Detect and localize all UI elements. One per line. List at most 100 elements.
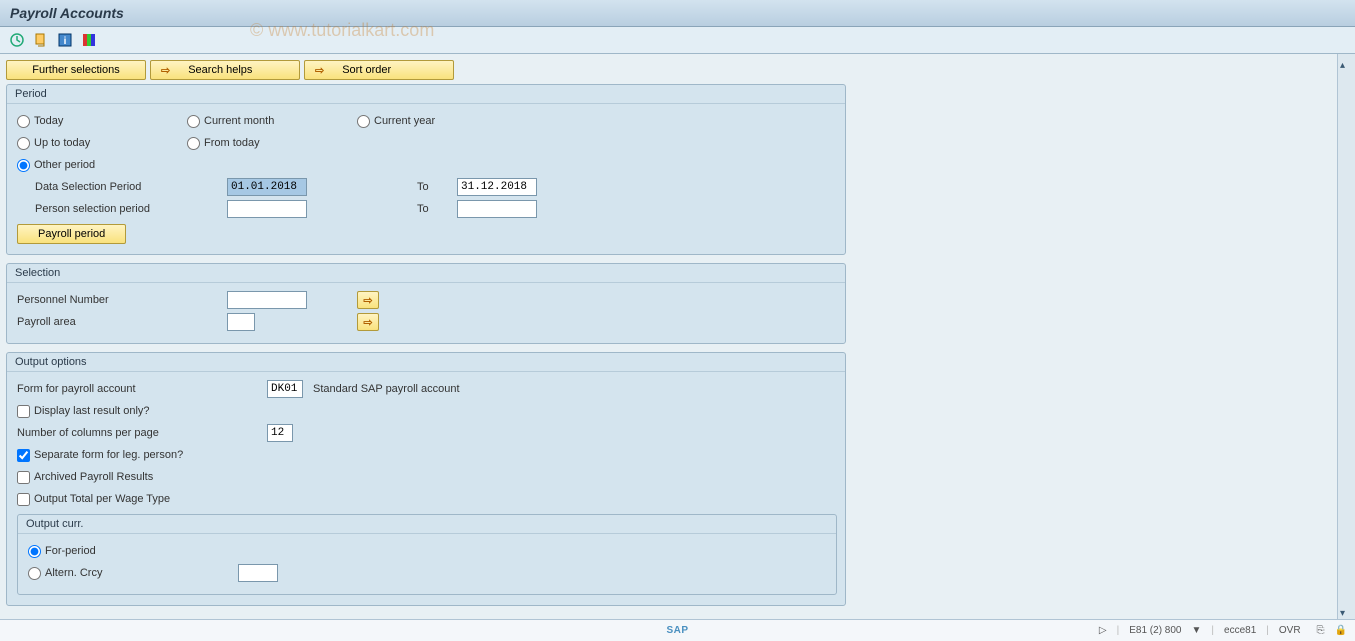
- data-selection-period-label: Data Selection Period: [17, 181, 227, 193]
- status-link-icon[interactable]: ⎘: [1317, 625, 1325, 636]
- status-triangle-icon[interactable]: ▷: [1099, 625, 1107, 636]
- radio-altern-crcy-input[interactable]: [28, 567, 41, 580]
- personnel-number-label: Personnel Number: [17, 294, 227, 306]
- person-selection-to-input[interactable]: [457, 200, 537, 218]
- further-selections-button[interactable]: Further selections: [6, 60, 146, 80]
- archived-checkbox[interactable]: [17, 471, 30, 484]
- arrow-right-icon: ⇨: [363, 316, 372, 329]
- radio-today-input[interactable]: [17, 115, 30, 128]
- display-last-label: Display last result only?: [34, 405, 150, 417]
- status-lock-icon[interactable]: 🔒: [1335, 625, 1347, 636]
- status-sep: |: [1117, 625, 1120, 636]
- to-label-2: To: [417, 203, 457, 215]
- radio-up-to-today[interactable]: Up to today: [17, 137, 187, 150]
- info-icon[interactable]: i: [56, 31, 74, 49]
- personnel-number-multiple-button[interactable]: ⇨: [357, 291, 379, 309]
- radio-up-to-today-input[interactable]: [17, 137, 30, 150]
- scroll-down-icon[interactable]: ▾: [1340, 608, 1345, 619]
- scroll-up-icon[interactable]: ▴: [1340, 60, 1345, 71]
- radio-current-year-input[interactable]: [357, 115, 370, 128]
- form-payroll-label: Form for payroll account: [17, 383, 267, 395]
- radio-today-label: Today: [34, 115, 63, 127]
- radio-current-month-input[interactable]: [187, 115, 200, 128]
- personnel-number-input[interactable]: [227, 291, 307, 309]
- radio-from-today-label: From today: [204, 137, 260, 149]
- content-wrap: Further selections ⇨ Search helps ⇨ Sort…: [0, 54, 1355, 625]
- radio-current-month-label: Current month: [204, 115, 274, 127]
- to-label-1: To: [417, 181, 457, 193]
- separate-form-checkbox[interactable]: [17, 449, 30, 462]
- vertical-scrollbar[interactable]: ▴ ▾: [1337, 54, 1355, 625]
- status-system: E81 (2) 800: [1129, 625, 1181, 636]
- status-bar: SAP ▷ | E81 (2) 800 ▼ | ecce81 | OVR ⎘ 🔒: [0, 619, 1355, 641]
- separate-form-label: Separate form for leg. person?: [34, 449, 183, 461]
- separate-form-checkbox-row[interactable]: Separate form for leg. person?: [17, 444, 835, 466]
- status-sep: |: [1266, 625, 1269, 636]
- period-legend: Period: [7, 85, 845, 104]
- output-options-legend: Output options: [7, 353, 845, 372]
- payroll-period-label: Payroll period: [38, 228, 105, 240]
- output-total-label: Output Total per Wage Type: [34, 493, 170, 505]
- altern-crcy-input[interactable]: [238, 564, 278, 582]
- arrow-right-icon: ⇨: [363, 294, 372, 307]
- radio-current-month[interactable]: Current month: [187, 115, 357, 128]
- radio-for-period-label: For-period: [45, 545, 96, 557]
- status-dropdown-icon[interactable]: ▼: [1192, 625, 1202, 636]
- person-selection-from-input[interactable]: [227, 200, 307, 218]
- output-total-checkbox[interactable]: [17, 493, 30, 506]
- archived-label: Archived Payroll Results: [34, 471, 153, 483]
- output-total-checkbox-row[interactable]: Output Total per Wage Type: [17, 488, 835, 510]
- status-server: ecce81: [1224, 625, 1256, 636]
- radio-other-period-label: Other period: [34, 159, 95, 171]
- arrow-right-icon: ⇨: [161, 64, 170, 77]
- radio-altern-crcy-label: Altern. Crcy: [45, 567, 102, 579]
- num-cols-input[interactable]: [267, 424, 293, 442]
- further-selections-label: Further selections: [32, 64, 119, 76]
- display-last-checkbox-row[interactable]: Display last result only?: [17, 400, 835, 422]
- display-last-checkbox[interactable]: [17, 405, 30, 418]
- radio-other-period-input[interactable]: [17, 159, 30, 172]
- radio-other-period[interactable]: Other period: [17, 159, 187, 172]
- archived-checkbox-row[interactable]: Archived Payroll Results: [17, 466, 835, 488]
- radio-current-year[interactable]: Current year: [357, 115, 527, 128]
- form-payroll-desc: Standard SAP payroll account: [313, 383, 460, 395]
- status-sep: |: [1211, 625, 1214, 636]
- output-options-fieldset: Output options Form for payroll account …: [6, 352, 846, 606]
- arrow-right-icon: ⇨: [315, 64, 324, 77]
- payroll-area-input[interactable]: [227, 313, 255, 331]
- selection-legend: Selection: [7, 264, 845, 283]
- radio-for-period-input[interactable]: [28, 545, 41, 558]
- execute-icon[interactable]: [8, 31, 26, 49]
- output-curr-legend: Output curr.: [18, 515, 836, 534]
- num-cols-label: Number of columns per page: [17, 427, 267, 439]
- period-fieldset: Period Today Current month Current year: [6, 84, 846, 255]
- selection-fieldset: Selection Personnel Number ⇨ Payroll are…: [6, 263, 846, 344]
- radio-current-year-label: Current year: [374, 115, 435, 127]
- payroll-area-multiple-button[interactable]: ⇨: [357, 313, 379, 331]
- selection-buttons-row: Further selections ⇨ Search helps ⇨ Sort…: [6, 60, 1331, 80]
- search-helps-label: Search helps: [188, 64, 252, 76]
- form-payroll-input[interactable]: [267, 380, 303, 398]
- data-selection-to-input[interactable]: [457, 178, 537, 196]
- get-variant-icon[interactable]: [32, 31, 50, 49]
- main-panel: Further selections ⇨ Search helps ⇨ Sort…: [0, 54, 1337, 625]
- output-curr-fieldset: Output curr. For-period Altern. Crcy: [17, 514, 837, 595]
- page-title: Payroll Accounts: [0, 0, 1355, 27]
- status-mode: OVR: [1279, 625, 1301, 636]
- color-legend-icon[interactable]: [80, 31, 98, 49]
- radio-up-to-today-label: Up to today: [34, 137, 90, 149]
- search-helps-button[interactable]: ⇨ Search helps: [150, 60, 300, 80]
- data-selection-from-input[interactable]: [227, 178, 307, 196]
- sort-order-label: Sort order: [342, 64, 391, 76]
- radio-for-period[interactable]: For-period: [28, 545, 96, 558]
- radio-altern-crcy[interactable]: Altern. Crcy: [28, 567, 238, 580]
- title-text: Payroll Accounts: [10, 5, 124, 21]
- sort-order-button[interactable]: ⇨ Sort order: [304, 60, 454, 80]
- svg-text:i: i: [64, 36, 67, 47]
- radio-today[interactable]: Today: [17, 115, 187, 128]
- radio-from-today-input[interactable]: [187, 137, 200, 150]
- payroll-area-label: Payroll area: [17, 316, 227, 328]
- payroll-period-button[interactable]: Payroll period: [17, 224, 126, 244]
- person-selection-period-label: Person selection period: [17, 203, 227, 215]
- radio-from-today[interactable]: From today: [187, 137, 357, 150]
